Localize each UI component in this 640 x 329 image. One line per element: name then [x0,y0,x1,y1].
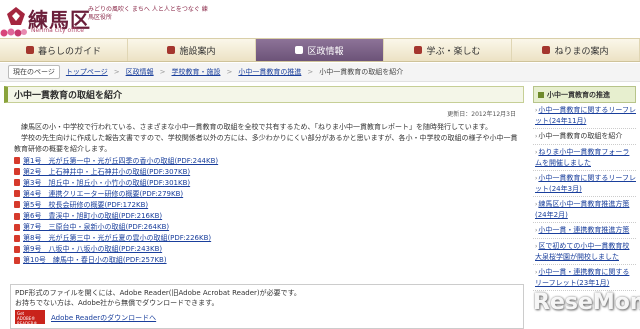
breadcrumb-link-top[interactable]: トップページ [66,67,108,77]
list-item: 第7号 三原台中・泉新小の取組(PDF:264KB) [14,222,218,233]
sidebar-item: ›小中一貫教育に関するリーフレット(24年3月) [533,171,636,197]
pdf-icon [14,201,20,209]
flower-decoration-icon [0,28,27,37]
list-item: 第5号 校長会研修の概要(PDF:172KB) [14,199,218,210]
sidebar-link[interactable]: 小中一貫教育に関するリーフレット(24年11月) [535,106,636,125]
list-item: 第4号 連携クリエーター研修の概要(PDF:279KB) [14,188,218,199]
sidebar-item: ›小中一貫・連携教育に関するリーフレット(23年1月) [533,265,636,291]
sidebar-link[interactable]: ねりま小中一貫教育フォーラムを開催しました [535,148,629,167]
nerima-logo-icon[interactable] [6,6,26,26]
breadcrumb-separator-icon: > [307,68,314,76]
intro-paragraph: 練馬区の小・中学校で行われている、さまざまな小中一貫教育の取組を全校で共有するた… [21,123,493,131]
nav-item-facilities[interactable]: 施設案内 [128,39,256,61]
site-subtitle: Nerima city office [31,27,84,34]
intro-paragraph: 学校の先生向けに作成した報告文書ですので、学校関係者以外の方には、多少わかりにく… [14,134,518,153]
nav-bullet-icon [414,46,423,54]
report-link[interactable]: 第2号 上石神井中・上石神井小の取組(PDF:307KB) [23,167,190,177]
pdf-reader-notice: PDF形式のファイルを開くには、Adobe Reader(旧Adobe Acro… [10,284,524,329]
pdf-icon [14,223,20,231]
report-link[interactable]: 第7号 三原台中・泉新小の取組(PDF:264KB) [23,222,169,232]
sidebar-link[interactable]: 小中一貫教育に関するリーフレット(24年3月) [535,174,636,193]
breadcrumb-here-label: 現在のページ [8,65,60,79]
breadcrumb: 現在のページ トップページ > 区政情報 > 学校教育・施設 > 小中一貫教育の… [0,63,640,82]
nav-item-label: ねりまの案内 [554,46,609,57]
list-item: 第8号 光が丘第三中・光が丘夏の雲小の取組(PDF:226KB) [14,233,218,244]
sidebar-item: ›区で初めての小中一貫教育校 大泉桜学園が開校しました [533,239,636,265]
pdf-icon [14,190,20,198]
report-link[interactable]: 第10号 練馬中・春日小の取組(PDF:257KB) [23,255,167,265]
site-header: 練馬区 Nerima city office みどりの風吹く まちへ 人と人とを… [0,0,640,38]
nav-item-label: 暮らしのガイド [37,46,101,57]
sidebar-item: ›ねりま小中一貫教育フォーラムを開催しました [533,145,636,171]
report-link[interactable]: 第4号 連携クリエーター研修の概要(PDF:279KB) [23,189,183,199]
pdf-icon [14,179,20,187]
nav-bullet-icon [295,46,304,54]
adobe-reader-download-link[interactable]: Adobe Readerのダウンロードへ [51,313,156,323]
sidebar-item: ›練馬区小中一貫教育推進方策(24年2月) [533,197,636,223]
resemom-watermark: ReseMom [533,290,640,315]
breadcrumb-link-administration[interactable]: 区政情報 [126,67,154,77]
nav-item-label: 施設案内 [179,46,216,57]
pdf-icon [14,212,20,220]
pdf-icon [14,245,20,253]
nav-bullet-icon [542,46,551,54]
report-link[interactable]: 第1号 光が丘第一中・光が丘四季の香小の取組(PDF:244KB) [23,156,218,166]
sidebar-heading-label: 小中一貫教育の推進 [547,90,610,99]
pdf-icon [14,157,20,165]
pdf-icon [14,234,20,242]
report-link[interactable]: 第5号 校長会研修の概要(PDF:172KB) [23,200,148,210]
report-link[interactable]: 第9号 八坂中・八坂小の取組(PDF:243KB) [23,244,162,254]
intro-text: 練馬区の小・中学校で行われている、さまざまな小中一貫教育の取組を全校で共有するた… [14,122,522,155]
report-link-list: 第1号 光が丘第一中・光が丘四季の香小の取組(PDF:244KB) 第2号 上石… [14,155,218,266]
report-link[interactable]: 第3号 旭丘中・旭丘小・小竹小の取組(PDF:301KB) [23,178,190,188]
nav-item-living-guide[interactable]: 暮らしのガイド [0,39,128,61]
nav-item-learn-enjoy[interactable]: 学ぶ・楽しむ [384,39,512,61]
sidebar-item: ›小中一貫教育の取組を紹介 [533,129,636,145]
global-nav: 暮らしのガイド 施設案内 区政情報 学ぶ・楽しむ ねりまの案内 [0,38,640,62]
main-content: 小中一貫教育の取組を紹介 更新日：2012年12月3日 練馬区の小・中学校で行わ… [4,86,524,329]
adobe-reader-badge[interactable]: Get ADOBE® READER® [15,310,45,326]
sidebar-link[interactable]: 区で初めての小中一貫教育校 大泉桜学園が開校しました [535,242,629,261]
breadcrumb-separator-icon: > [113,68,120,76]
page-title: 小中一貫教育の取組を紹介 [4,86,524,103]
pdf-note: PDF形式のファイルを開くには、Adobe Reader(旧Adobe Acro… [15,289,301,297]
nav-item-label: 区政情報 [307,46,344,57]
list-item: 第6号 豊渓中・旭町小の取組(PDF:216KB) [14,210,218,221]
sidebar-item: ›小中一貫・連携教育推進方策 [533,223,636,239]
pdf-note: お持ちでない方は、Adobe社から無償でダウンロードできます。 [15,299,219,307]
nav-bullet-icon [167,46,176,54]
list-item: 第10号 練馬中・春日小の取組(PDF:257KB) [14,255,218,266]
nav-item-nerima-guide[interactable]: ねりまの案内 [512,39,640,61]
list-item: 第1号 光が丘第一中・光が丘四季の香小の取組(PDF:244KB) [14,155,218,166]
sidebar-link[interactable]: 小中一貫・連携教育推進方策 [538,226,629,234]
breadcrumb-separator-icon: > [226,68,233,76]
sidebar-link[interactable]: 練馬区小中一貫教育推進方策(24年2月) [535,200,629,219]
sidebar-item: ›小中一貫教育に関するリーフレット(24年11月) [533,103,636,129]
report-link[interactable]: 第6号 豊渓中・旭町小の取組(PDF:216KB) [23,211,162,221]
breadcrumb-separator-icon: > [159,68,166,76]
sidebar-link[interactable]: 小中一貫・連携教育に関するリーフレット(23年1月) [535,268,629,287]
updated-date: 更新日：2012年12月3日 [447,111,516,118]
sidebar-heading: 小中一貫教育の推進 [533,86,636,103]
nav-bullet-icon [25,46,34,54]
list-item: 第3号 旭丘中・旭丘小・小竹小の取組(PDF:301KB) [14,177,218,188]
heading-square-icon [538,91,544,98]
report-link[interactable]: 第8号 光が丘第三中・光が丘夏の雲小の取組(PDF:226KB) [23,233,211,243]
breadcrumb-link-integrated-education[interactable]: 小中一貫教育の推進 [238,67,301,77]
pdf-icon [14,256,20,264]
pdf-icon [14,168,20,176]
list-item: 第2号 上石神井中・上石神井小の取組(PDF:307KB) [14,166,218,177]
list-item: 第9号 八坂中・八坂小の取組(PDF:243KB) [14,244,218,255]
breadcrumb-current: 小中一貫教育の取組を紹介 [319,68,404,76]
site-tagline: みどりの風吹く まちへ 人と人とをつなぐ 練馬区役所 [88,6,208,21]
nav-item-administration[interactable]: 区政情報 [256,39,384,61]
sidebar-current-item: 小中一貫教育の取組を紹介 [538,132,623,140]
sidebar-list: ›小中一貫教育に関するリーフレット(24年11月) ›小中一貫教育の取組を紹介 … [533,103,636,291]
nav-item-label: 学ぶ・楽しむ [426,46,481,57]
breadcrumb-link-school-education[interactable]: 学校教育・施設 [172,67,221,77]
